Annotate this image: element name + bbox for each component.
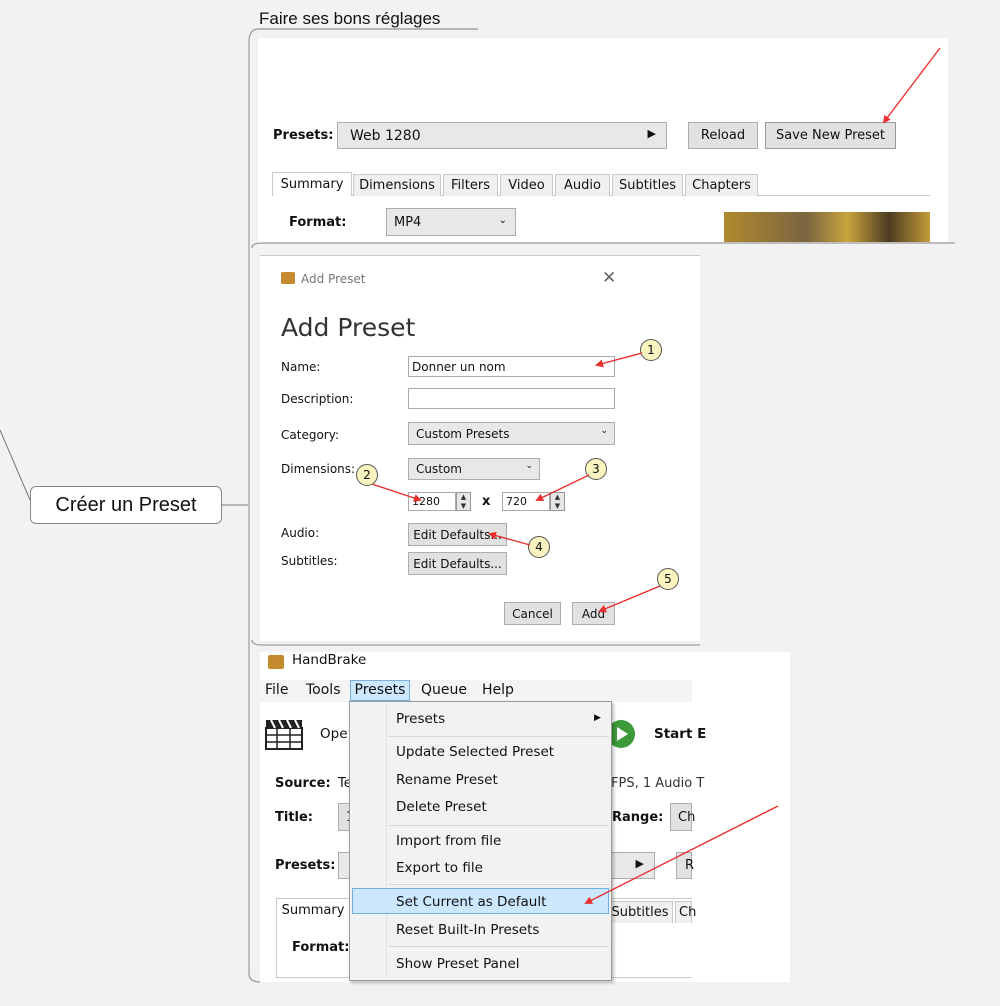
arrow-callout-3	[535, 474, 590, 502]
arrow-to-set-current-default	[584, 805, 779, 904]
arrow-to-save-new-preset	[882, 47, 941, 124]
arrow-callout-5	[598, 585, 661, 613]
arrow-callout-1	[595, 352, 643, 368]
arrow-callout-2	[371, 483, 422, 502]
annotation-arrows	[371, 47, 941, 904]
arrow-callout-4	[488, 531, 531, 546]
